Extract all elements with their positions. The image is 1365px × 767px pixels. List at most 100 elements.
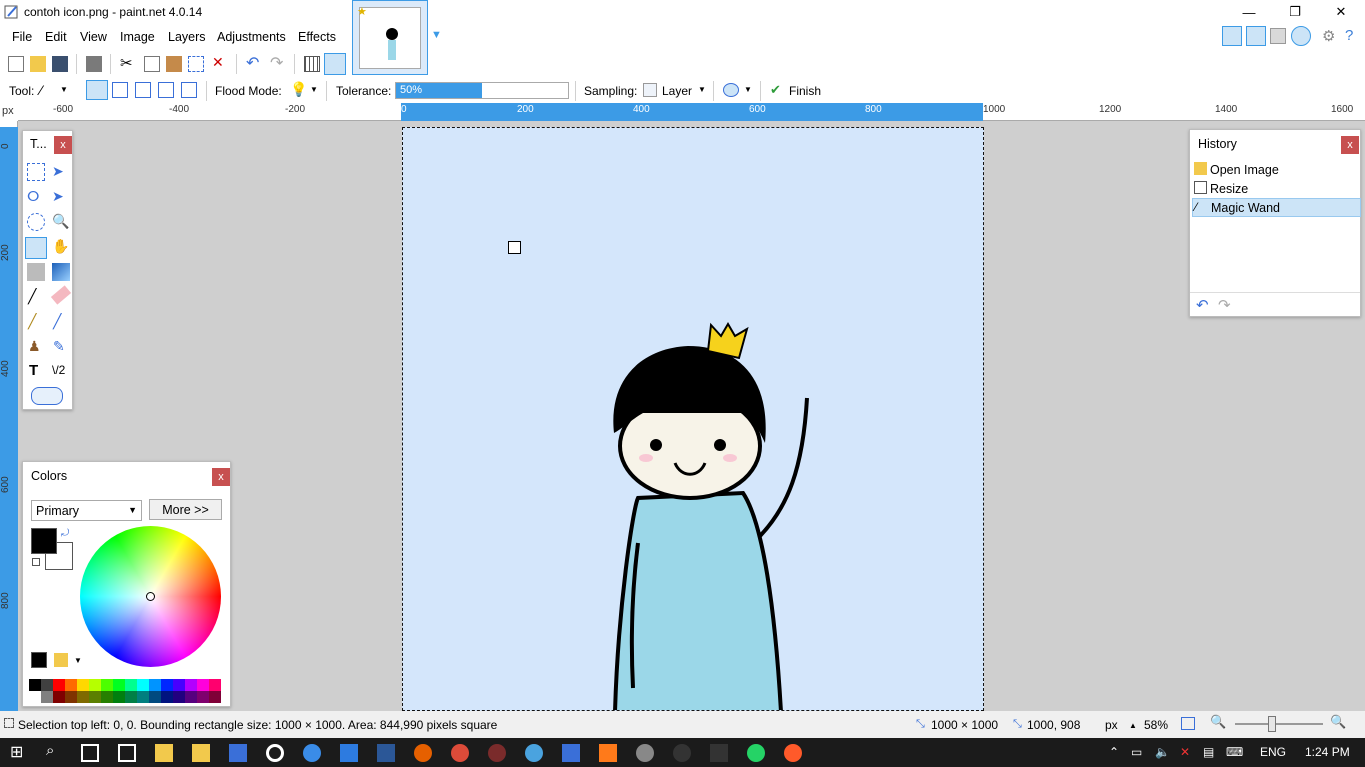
palette-swatch[interactable] [197, 691, 209, 703]
app-icon[interactable] [266, 744, 284, 762]
zoom-level[interactable]: 58% [1144, 718, 1168, 732]
magic-wand-tool-icon[interactable]: ⁄ [40, 82, 42, 98]
palette-swatch[interactable] [41, 679, 53, 691]
history-panel-close-button[interactable]: x [1341, 136, 1359, 154]
palette-swatch[interactable] [137, 691, 149, 703]
paintnet-active-icon[interactable] [562, 744, 580, 762]
text-tool-icon[interactable]: T [29, 362, 38, 379]
palette-menu-icon[interactable] [54, 653, 68, 667]
new-file-icon[interactable] [8, 56, 24, 72]
restore-button[interactable]: ❐ [1272, 0, 1318, 24]
clone-stamp-tool-icon[interactable]: ♟ [28, 338, 41, 355]
history-item-magic-wand[interactable]: ⁄ Magic Wand [1192, 198, 1361, 217]
gradient-tool-icon[interactable] [52, 263, 70, 281]
zoom-to-window-icon[interactable] [1181, 717, 1195, 730]
zoom-slider-thumb[interactable] [1268, 716, 1276, 732]
antialiasing-icon[interactable] [723, 83, 739, 97]
copy-icon[interactable] [144, 56, 160, 72]
sampling-dropdown-icon[interactable]: ▼ [698, 85, 706, 94]
app-icon[interactable] [525, 744, 543, 762]
menu-image[interactable]: Image [120, 30, 155, 44]
selection-mode-invert-icon[interactable] [181, 82, 197, 98]
palette-swatch[interactable] [185, 679, 197, 691]
colors-window-toggle-icon[interactable] [1291, 26, 1311, 46]
chrome-icon[interactable] [451, 744, 469, 762]
palette-swatch[interactable] [101, 691, 113, 703]
menu-adjustments[interactable]: Adjustments [217, 30, 286, 44]
palette-swatch[interactable] [113, 691, 125, 703]
color-picker-tool-icon[interactable]: ╱ [53, 313, 61, 330]
palette-swatch[interactable] [173, 691, 185, 703]
image-canvas[interactable] [402, 127, 984, 711]
save-icon[interactable] [52, 56, 68, 72]
palette-swatch[interactable] [149, 691, 161, 703]
store-icon[interactable] [118, 744, 136, 762]
shapes-tool-icon[interactable] [31, 387, 63, 405]
tools-panel-close-button[interactable]: x [54, 136, 72, 154]
palette-swatch[interactable] [161, 691, 173, 703]
app-icon[interactable] [784, 744, 802, 762]
eraser-tool-icon[interactable] [50, 285, 72, 305]
ellipse-select-tool-icon[interactable] [27, 213, 45, 231]
app-icon[interactable] [599, 744, 617, 762]
minimize-button[interactable]: — [1226, 0, 1272, 24]
selection-mode-exclude-icon[interactable] [135, 82, 151, 98]
menu-layers[interactable]: Layers [168, 30, 206, 44]
app-icon[interactable] [340, 744, 358, 762]
palette-swatch[interactable] [65, 679, 77, 691]
app-icon[interactable] [488, 744, 506, 762]
network-icon[interactable]: ▭ [1131, 745, 1142, 759]
menu-view[interactable]: View [80, 30, 107, 44]
menu-edit[interactable]: Edit [45, 30, 67, 44]
gear-icon[interactable]: ⚙ [1322, 27, 1335, 45]
tool-dropdown-icon[interactable]: ▼ [60, 85, 68, 94]
edge-browser-icon[interactable] [303, 744, 321, 762]
paintnet-taskbar-icon[interactable] [155, 744, 173, 762]
wifi-status-icon[interactable]: ✕ [1180, 745, 1190, 759]
history-item-resize[interactable]: Resize [1192, 179, 1361, 198]
keyboard-icon[interactable]: ⌨ [1226, 745, 1243, 759]
rulers-toggle-icon[interactable] [324, 53, 346, 75]
units-dropdown-icon[interactable]: ▲ [1129, 721, 1137, 730]
zoom-slider[interactable] [1235, 723, 1323, 725]
task-view-icon[interactable] [81, 744, 99, 762]
lasso-select-tool-icon[interactable]: ⵔ [27, 188, 39, 205]
history-redo-icon[interactable]: ↷ [1218, 296, 1231, 314]
add-to-palette-icon[interactable] [31, 652, 47, 668]
volume-icon[interactable]: 🔈 [1155, 745, 1170, 759]
word-icon[interactable] [377, 744, 395, 762]
app-icon[interactable] [673, 744, 691, 762]
selection-mode-union-icon[interactable] [112, 82, 128, 98]
pan-tool-icon[interactable]: ✋ [52, 238, 69, 255]
palette-swatch[interactable] [41, 691, 53, 703]
print-icon[interactable] [86, 56, 102, 72]
history-item-open-image[interactable]: Open Image [1192, 160, 1361, 179]
palette-swatch[interactable] [101, 679, 113, 691]
palette-swatch[interactable] [125, 691, 137, 703]
language-indicator[interactable]: ENG [1260, 745, 1286, 759]
zoom-in-icon[interactable]: 🔍 [1330, 714, 1346, 730]
cut-icon[interactable]: ✂ [120, 54, 133, 72]
palette-swatch[interactable] [113, 679, 125, 691]
reset-colors-icon[interactable] [32, 558, 40, 566]
crop-to-selection-icon[interactable] [188, 56, 204, 72]
palette-swatch[interactable] [77, 679, 89, 691]
palette-swatch[interactable] [149, 679, 161, 691]
file-explorer-icon[interactable] [192, 744, 210, 762]
history-window-toggle-icon[interactable] [1246, 26, 1266, 46]
paste-icon[interactable] [166, 56, 182, 72]
more-colors-button[interactable]: More >> [149, 499, 222, 520]
selection-mode-replace-icon[interactable] [86, 80, 108, 100]
selection-mode-intersect-icon[interactable] [158, 82, 174, 98]
help-icon[interactable]: ? [1345, 27, 1353, 44]
palette-swatch[interactable] [65, 691, 77, 703]
palette-swatch[interactable] [77, 691, 89, 703]
app-icon[interactable] [229, 744, 247, 762]
flood-mode-dropdown-icon[interactable]: ▼ [310, 85, 318, 94]
clock[interactable]: 1:24 PM [1305, 745, 1350, 759]
zoom-out-icon[interactable]: 🔍 [1210, 714, 1226, 730]
search-icon[interactable]: ⌕ [46, 742, 54, 759]
colors-panel-close-button[interactable]: x [212, 468, 230, 486]
thumbnail-dropdown-icon[interactable]: ▼ [431, 29, 442, 41]
menu-file[interactable]: File [12, 30, 32, 44]
